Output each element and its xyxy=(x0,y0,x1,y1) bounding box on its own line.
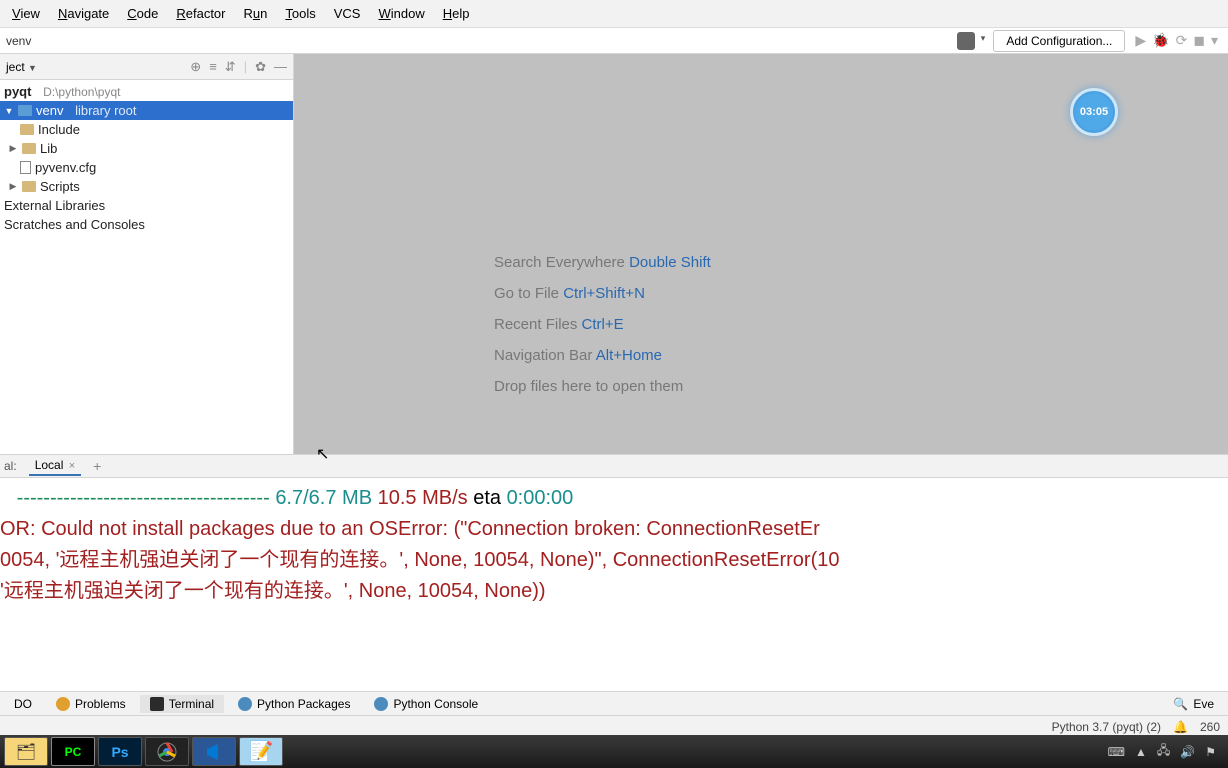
tab-python-packages[interactable]: Python Packages xyxy=(228,695,360,713)
tab-terminal[interactable]: Terminal xyxy=(140,695,224,713)
status-interpreter[interactable]: Python 3.7 (pyqt) (2) xyxy=(1052,720,1161,734)
tree-root[interactable]: pyqt D:\python\pyqt xyxy=(0,82,293,101)
run-icon[interactable]: ▶ xyxy=(1135,32,1146,49)
event-log-icon[interactable]: 🔍 Eve xyxy=(1163,695,1224,713)
tree-scratches[interactable]: Scratches and Consoles xyxy=(0,215,293,234)
settings-icon[interactable]: ✿ xyxy=(255,59,266,75)
more-icon[interactable]: ▾ xyxy=(1211,32,1218,49)
terminal-tab-local[interactable]: Local × xyxy=(29,456,81,476)
tool-window-bar: DO Problems Terminal Python Packages Pyt… xyxy=(0,691,1228,715)
taskbar-chrome[interactable] xyxy=(145,737,189,766)
navigation-bar: venv Add Configuration... ▶ 🐞 ⟳ ◼ ▾ xyxy=(0,28,1228,54)
menu-refactor[interactable]: Refactor xyxy=(168,3,233,24)
menu-code[interactable]: Code xyxy=(119,3,166,24)
timer-widget[interactable]: 03:05 xyxy=(1070,88,1118,136)
taskbar-vscode[interactable] xyxy=(192,737,236,766)
terminal-output[interactable]: -------------------------------------- 6… xyxy=(0,478,1228,691)
menu-window[interactable]: Window xyxy=(370,3,432,24)
project-tree[interactable]: pyqt D:\python\pyqt ▼ venv library root … xyxy=(0,80,293,454)
tree-pyvenv-cfg[interactable]: pyvenv.cfg xyxy=(0,158,293,177)
collapse-all-icon[interactable]: ⇵ xyxy=(225,59,236,75)
taskbar-photoshop[interactable]: Ps xyxy=(98,737,142,766)
status-bar: Python 3.7 (pyqt) (2) 🔔 260 xyxy=(0,715,1228,737)
new-terminal-tab[interactable]: + xyxy=(93,458,101,474)
tab-todo[interactable]: DO xyxy=(4,695,42,713)
tray-network-icon[interactable]: 🖧 xyxy=(1157,741,1170,762)
tree-include[interactable]: Include xyxy=(0,120,293,139)
tree-lib[interactable]: ▶Lib xyxy=(0,139,293,158)
tray-flag-icon[interactable]: ⚑ xyxy=(1205,745,1216,759)
main-menu-bar: VViewiew Navigate Code Refactor Run Tool… xyxy=(0,0,1228,28)
stop-icon[interactable]: ◼ xyxy=(1193,32,1205,49)
taskbar-file-explorer[interactable]: 🗂 xyxy=(4,737,48,766)
tab-python-console[interactable]: Python Console xyxy=(364,695,488,713)
help-nav-bar: Navigation Bar Alt+Home xyxy=(494,347,711,364)
taskbar-pycharm[interactable]: PC xyxy=(51,737,95,766)
tree-external-libraries[interactable]: External Libraries xyxy=(0,196,293,215)
debug-icon[interactable]: 🐞 xyxy=(1152,32,1169,49)
help-goto-file: Go to File Ctrl+Shift+N xyxy=(494,285,711,302)
tab-problems[interactable]: Problems xyxy=(46,695,136,713)
coverage-icon[interactable]: ⟳ xyxy=(1176,32,1188,49)
menu-view[interactable]: VViewiew xyxy=(4,3,48,24)
project-tool-window: ject ▼ ⊕ ≡ ⇵ | ✿ — pyqt D:\python\pyqt ▼… xyxy=(0,54,294,454)
help-drop-files: Drop files here to open them xyxy=(494,378,711,395)
expand-all-icon[interactable]: ≡ xyxy=(209,59,217,75)
tray-keyboard-icon[interactable]: ⌨ xyxy=(1108,745,1125,759)
breadcrumb[interactable]: venv xyxy=(6,34,957,48)
tree-scripts[interactable]: ▶Scripts xyxy=(0,177,293,196)
menu-tools[interactable]: Tools xyxy=(277,3,323,24)
help-recent-files: Recent Files Ctrl+E xyxy=(494,316,711,333)
menu-run[interactable]: Run xyxy=(236,3,276,24)
taskbar-notepad[interactable]: 📝 xyxy=(239,737,283,766)
tree-venv[interactable]: ▼ venv library root xyxy=(0,101,293,120)
terminal-label: al: xyxy=(4,459,17,473)
menu-help[interactable]: Help xyxy=(435,3,478,24)
terminal-tabs: al: Local × + xyxy=(0,454,1228,478)
editor-empty-state: Search Everywhere Double Shift Go to Fil… xyxy=(294,54,1228,454)
tray-up-icon[interactable]: ▲ xyxy=(1135,745,1147,759)
close-icon[interactable]: × xyxy=(69,460,75,472)
user-icon[interactable] xyxy=(957,32,975,50)
add-configuration-button[interactable]: Add Configuration... xyxy=(993,30,1125,52)
status-column: 260 xyxy=(1200,720,1220,734)
menu-vcs[interactable]: VCS xyxy=(326,3,369,24)
status-notification-icon[interactable]: 🔔 xyxy=(1173,720,1188,734)
tray-sound-icon[interactable]: 🔊 xyxy=(1180,745,1195,759)
hide-icon[interactable]: — xyxy=(274,59,287,75)
menu-navigate[interactable]: Navigate xyxy=(50,3,117,24)
windows-taskbar: 🗂 PC Ps 📝 ⌨ ▲ 🖧 🔊 ⚑ xyxy=(0,735,1228,768)
help-search: Search Everywhere Double Shift xyxy=(494,254,711,271)
locate-icon[interactable]: ⊕ xyxy=(190,59,201,75)
system-tray[interactable]: ⌨ ▲ 🖧 🔊 ⚑ xyxy=(1108,741,1224,762)
